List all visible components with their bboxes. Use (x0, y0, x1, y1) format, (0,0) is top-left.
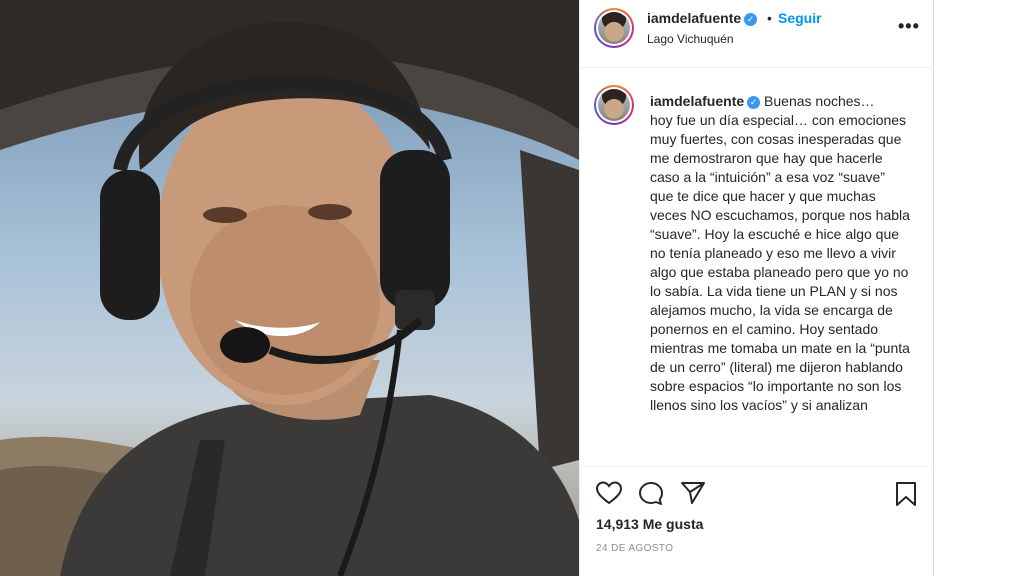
username-link[interactable]: iamdelafuente ✓ (647, 10, 758, 26)
post-photo-illustration (0, 0, 579, 576)
caption-body: hoy fue un día especial… con emociones m… (650, 112, 910, 413)
caption-username[interactable]: iamdelafuente ✓ (650, 93, 761, 109)
bookmark-icon[interactable] (895, 481, 917, 507)
avatar[interactable] (594, 8, 634, 48)
verified-badge-icon: ✓ (747, 95, 761, 109)
verified-badge-icon: ✓ (744, 12, 758, 26)
caption-opening: Buenas noches… (764, 93, 875, 109)
caption-area: iamdelafuente ✓ Buenas noches… hoy fue un… (580, 69, 934, 466)
likes-count[interactable]: 14,913 Me gusta (596, 516, 703, 532)
separator-dot: • (767, 10, 772, 26)
location-link[interactable]: Lago Vichuquén (647, 32, 734, 46)
comment-bubble-icon[interactable] (638, 481, 664, 507)
heart-icon[interactable] (596, 481, 622, 505)
page-background (934, 0, 1024, 576)
paper-plane-icon[interactable] (680, 481, 706, 505)
caption-avatar[interactable] (594, 85, 634, 125)
actions-bar: 14,913 Me gusta 24 DE AGOSTO (580, 466, 934, 576)
post-date[interactable]: 24 DE AGOSTO (596, 543, 673, 554)
follow-button[interactable]: Seguir (778, 10, 822, 26)
caption: iamdelafuente ✓ Buenas noches… hoy fue un… (650, 92, 912, 415)
post-panel: iamdelafuente ✓ • Seguir Lago Vichuquén •… (579, 0, 934, 576)
username-text: iamdelafuente (647, 10, 742, 26)
post-header: iamdelafuente ✓ • Seguir Lago Vichuquén •… (580, 0, 934, 68)
more-options-icon[interactable]: ••• (898, 16, 920, 37)
post-photo[interactable] (0, 0, 579, 576)
